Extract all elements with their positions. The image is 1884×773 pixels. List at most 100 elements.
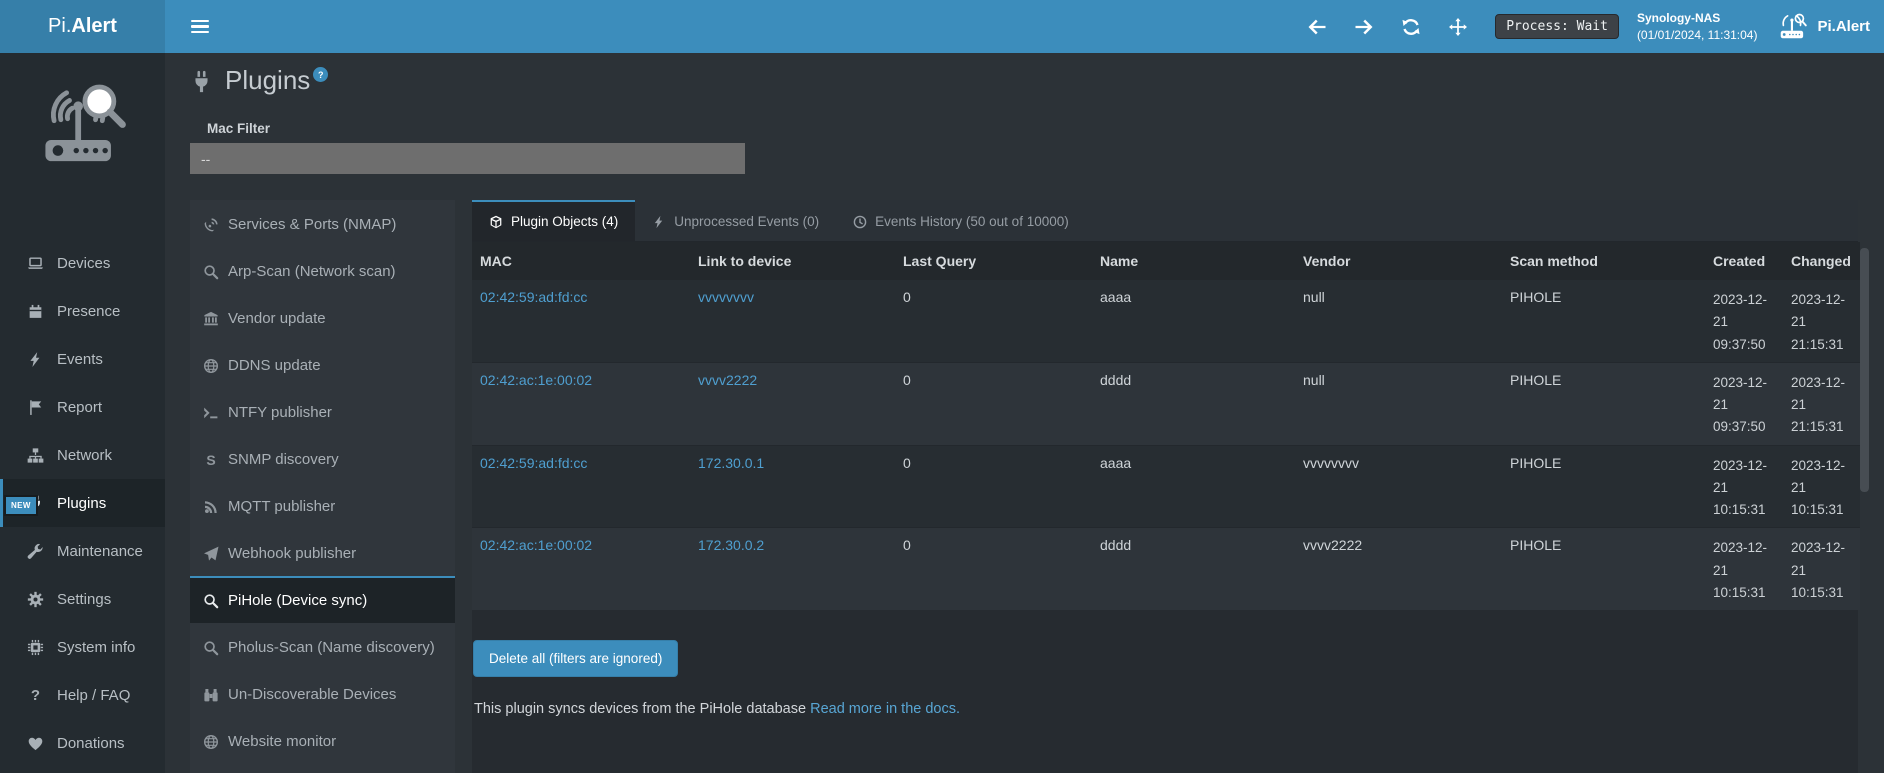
plugin-description-text: This plugin syncs devices from the PiHol… (474, 701, 806, 717)
move-icon[interactable] (1448, 17, 1468, 37)
changed-cell: 2023-12-2110:15:31 (1783, 528, 1860, 610)
help-badge[interactable]: ? (313, 67, 328, 82)
vendor-cell: vvvv2222 (1295, 528, 1502, 610)
device-link[interactable]: 172.30.0.1 (698, 455, 764, 471)
plugin-item-snmp-discovery[interactable]: SSNMP discovery (190, 435, 455, 482)
last-query-cell: 0 (895, 362, 1092, 445)
mac-filter-input[interactable] (190, 143, 745, 174)
docs-link[interactable]: Read more in the docs. (810, 701, 960, 717)
device-link[interactable]: vvvvvvvv (698, 289, 754, 305)
sidebar-item-network[interactable]: Network (0, 431, 165, 479)
device-link[interactable]: 172.30.0.2 (698, 537, 764, 553)
tab-label: Events History (50 out of 10000) (875, 214, 1069, 229)
snmp-icon: S (203, 452, 219, 468)
name-cell: dddd (1092, 528, 1295, 610)
plugin-item-webhook-publisher[interactable]: Webhook publisher (190, 529, 455, 576)
back-arrow-icon[interactable] (1307, 17, 1327, 37)
app-label: Pi.Alert (1817, 18, 1870, 35)
brand-link[interactable]: Pi.Alert (0, 0, 165, 53)
sidebar-item-label: Settings (57, 591, 111, 608)
chip-icon (27, 639, 44, 656)
sidebar-item-devices[interactable]: Devices (0, 239, 165, 287)
sidebar-item-label: Plugins (57, 495, 106, 512)
column-header-mac[interactable]: MAC (472, 242, 690, 280)
paper-plane-icon (203, 546, 219, 562)
table-scrollbar[interactable] (1860, 248, 1869, 492)
mac-link[interactable]: 02:42:ac:1e:00:02 (480, 372, 592, 388)
bolt-icon (27, 351, 44, 368)
sidebar-item-system-info[interactable]: System info (0, 623, 165, 671)
scan-method-cell: PIHOLE (1502, 362, 1705, 445)
topbar: Pi.Alert Process: Wait Synology-NAS (0, 0, 1884, 53)
rss-icon (203, 499, 219, 515)
plugin-item-mqtt-publisher[interactable]: MQTT publisher (190, 482, 455, 529)
question-icon: ? (27, 687, 44, 704)
device-link[interactable]: vvvv2222 (698, 372, 757, 388)
refresh-icon[interactable] (1401, 17, 1421, 37)
plugin-item-services-ports-nmap[interactable]: Services & Ports (NMAP) (190, 200, 455, 247)
hamburger-menu-button[interactable] (187, 13, 213, 41)
sidebar-item-label: System info (57, 639, 135, 656)
table-row: 02:42:ac:1e:00:02vvvv22220ddddnullPIHOLE… (472, 362, 1860, 445)
plugin-objects-table: MACLink to deviceLast QueryNameVendorSca… (472, 242, 1860, 610)
sidebar-item-donations[interactable]: Donations (0, 719, 165, 767)
plugin-item-label: MQTT publisher (228, 498, 335, 515)
created-cell: 2023-12-2110:15:31 (1705, 445, 1783, 528)
sidebar-item-label: Presence (57, 303, 120, 320)
plug-icon (190, 69, 213, 95)
sidebar: Devices Presence EventsReportNetwork Plugin… (0, 53, 165, 773)
column-header-scan-method[interactable]: Scan method (1502, 242, 1705, 280)
sidebar-item-help-faq[interactable]: ?Help / FAQ (0, 671, 165, 719)
created-cell: 2023-12-2109:37:50 (1705, 280, 1783, 362)
host-info: Synology-NAS (01/01/2024, 11:31:04) (1637, 10, 1758, 44)
tab-plugin-objects-4[interactable]: Plugin Objects (4) (472, 200, 635, 241)
sidebar-item-settings[interactable]: Settings (0, 575, 165, 623)
mac-filter-label: Mac Filter (207, 121, 1884, 136)
tab-events-history-50-out-of-10000[interactable]: Events History (50 out of 10000) (836, 200, 1086, 241)
tab-label: Unprocessed Events (0) (674, 214, 819, 229)
plugin-item-ddns-update[interactable]: DDNS update (190, 341, 455, 388)
column-header-changed[interactable]: Changed (1783, 242, 1860, 280)
plugin-item-pihole-device-sync[interactable]: PiHole (Device sync) (190, 576, 455, 623)
mac-link[interactable]: 02:42:59:ad:fd:cc (480, 455, 587, 471)
forward-arrow-icon[interactable] (1354, 17, 1374, 37)
changed-cell: 2023-12-2121:15:31 (1783, 280, 1860, 362)
mac-link[interactable]: 02:42:59:ad:fd:cc (480, 289, 587, 305)
plugin-item-label: Website monitor (228, 733, 336, 750)
column-header-link-to-device[interactable]: Link to device (690, 242, 895, 280)
sidebar-item-label: Devices (57, 255, 110, 272)
globe-icon (203, 734, 219, 750)
plugin-list: Services & Ports (NMAP)Arp-Scan (Network… (190, 200, 455, 773)
tab-content: MACLink to deviceLast QueryNameVendorSca… (472, 242, 1858, 773)
sitemap-icon (27, 447, 44, 464)
plugin-item-vendor-update[interactable]: Vendor update (190, 294, 455, 341)
mac-link[interactable]: 02:42:ac:1e:00:02 (480, 537, 592, 553)
brand-bold: Alert (71, 15, 117, 38)
last-query-cell: 0 (895, 280, 1092, 362)
column-header-last-query[interactable]: Last Query (895, 242, 1092, 280)
sidebar-item-events[interactable]: Events (0, 335, 165, 383)
sidebar-item-report[interactable]: Report (0, 383, 165, 431)
name-cell: aaaa (1092, 445, 1295, 528)
delete-all-button[interactable]: Delete all (filters are ignored) (473, 640, 678, 677)
plugin-item-arp-scan-network-scan[interactable]: Arp-Scan (Network scan) (190, 247, 455, 294)
plugin-item-website-monitor[interactable]: Website monitor (190, 717, 455, 764)
sidebar-item-presence[interactable]: Presence (0, 287, 165, 335)
topbar-main: Process: Wait Synology-NAS (01/01/2024, … (165, 0, 1884, 53)
main-content: Plugins ? Mac Filter Services & Ports (N… (165, 53, 1884, 773)
tab-unprocessed-events-0[interactable]: Unprocessed Events (0) (635, 200, 836, 241)
column-header-vendor[interactable]: Vendor (1295, 242, 1502, 280)
plugin-item-un-discoverable-devices[interactable]: Un-Discoverable Devices (190, 670, 455, 717)
sidebar-item-label: Maintenance (57, 543, 143, 560)
plugin-item-pholus-scan-name-discovery[interactable]: Pholus-Scan (Name discovery) (190, 623, 455, 670)
plugin-item-ntfy-publisher[interactable]: NTFY publisher (190, 388, 455, 435)
changed-cell: 2023-12-2110:15:31 (1783, 445, 1860, 528)
binoculars-icon (203, 687, 219, 703)
terminal-icon (203, 405, 219, 421)
tab-label: Plugin Objects (4) (511, 214, 618, 229)
plugin-item-label: Vendor update (228, 310, 326, 327)
plugin-description: This plugin syncs devices from the PiHol… (474, 701, 1858, 717)
column-header-name[interactable]: Name (1092, 242, 1295, 280)
sidebar-item-maintenance[interactable]: Maintenance (0, 527, 165, 575)
column-header-created[interactable]: Created (1705, 242, 1783, 280)
